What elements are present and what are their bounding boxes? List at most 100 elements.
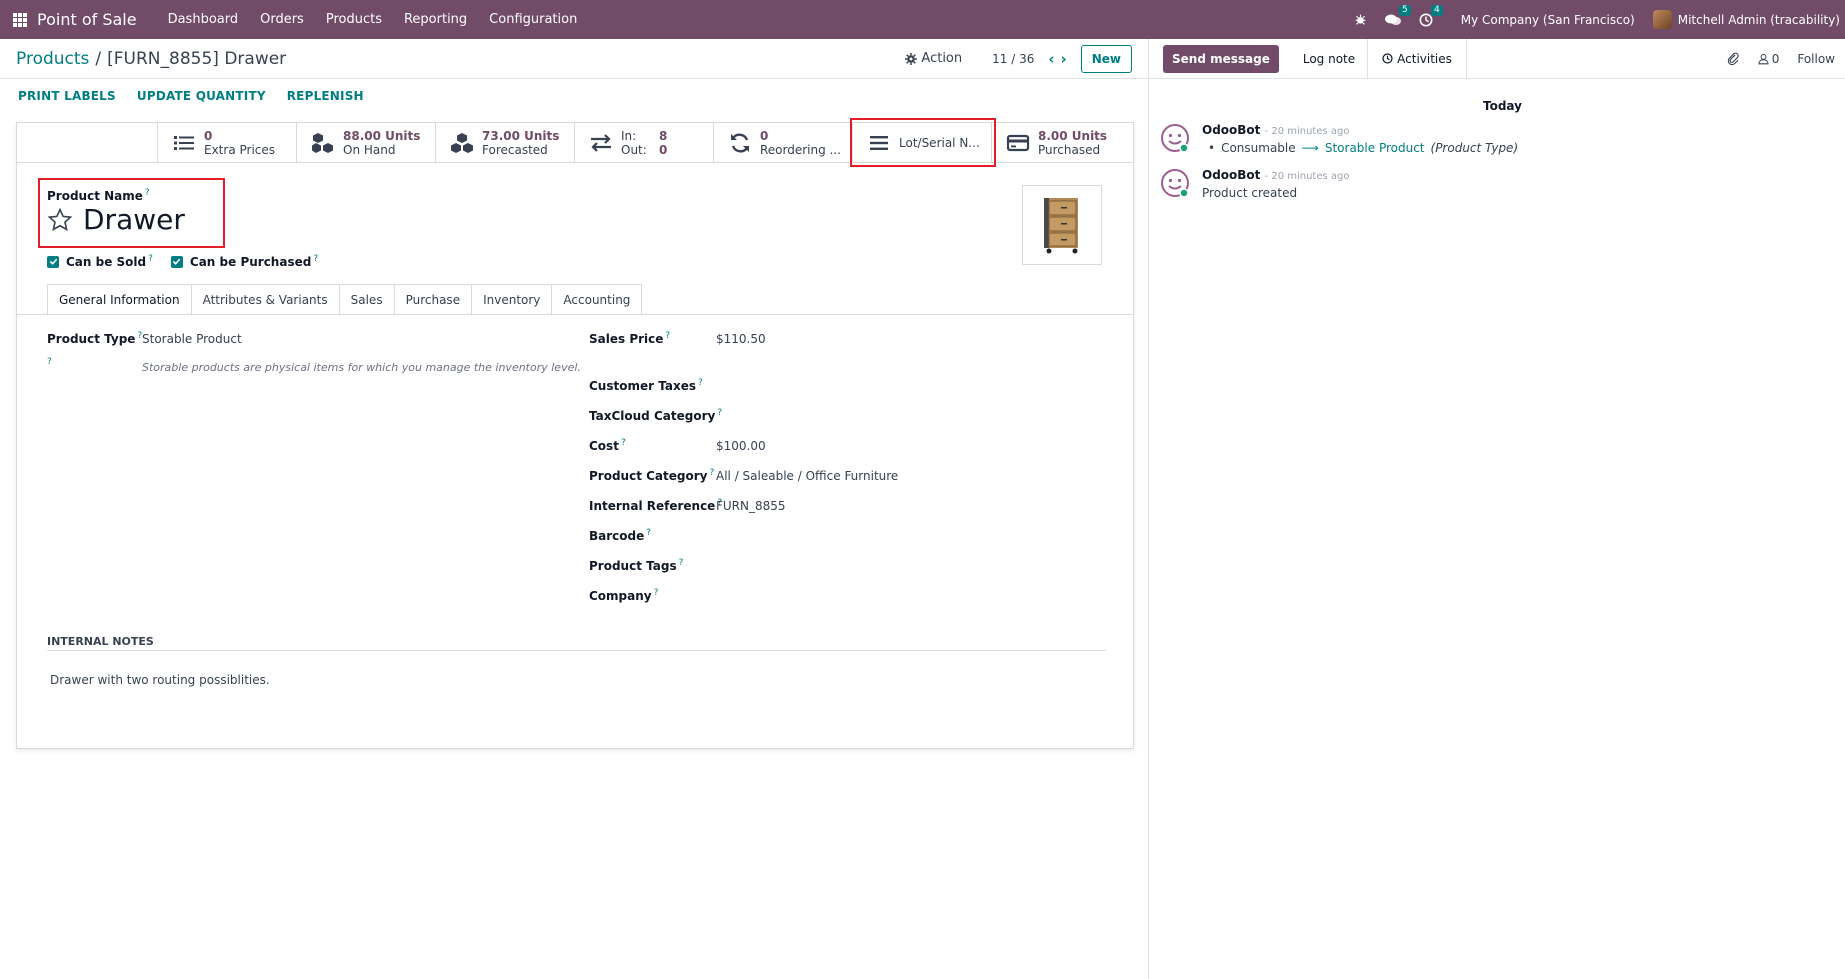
tab-accounting[interactable]: Accounting xyxy=(551,284,643,315)
tab-inventory[interactable]: Inventory xyxy=(471,284,553,315)
internal-notes-separator xyxy=(47,650,1106,651)
pager-value[interactable]: 11 / 36 xyxy=(992,52,1034,66)
form-notebook-tabs: General Information Attributes & Variant… xyxy=(47,284,643,315)
new-button[interactable]: New xyxy=(1080,44,1132,73)
in-label: In: xyxy=(621,129,637,143)
smart-spacer xyxy=(17,123,157,163)
activities-badge: 4 xyxy=(1431,4,1443,16)
product-category-label: Product Category? xyxy=(589,468,715,483)
print-labels-button[interactable]: PRINT LABELS xyxy=(18,89,116,103)
cubes-icon xyxy=(312,133,333,153)
action-label: Action xyxy=(921,51,963,66)
product-type-help: Storable products are physical items for… xyxy=(142,361,581,374)
followers-button[interactable]: 0 xyxy=(1758,52,1779,66)
tracking-field-name: (Product Type) xyxy=(1430,141,1519,155)
purchased-button[interactable]: 8.00 Units Purchased xyxy=(991,123,1130,163)
update-quantity-button[interactable]: UPDATE QUANTITY xyxy=(137,89,266,103)
tracking-old-value: Consumable xyxy=(1221,141,1296,155)
control-panel: Products / [FURN_8855] Drawer Action 11 … xyxy=(0,39,1148,79)
user-name: Mitchell Admin (tracability) xyxy=(1677,12,1840,27)
bug-icon[interactable] xyxy=(1354,13,1367,26)
internal-reference-field[interactable]: FURN_8855 xyxy=(716,499,786,513)
product-name-field[interactable]: Drawer xyxy=(83,203,185,236)
internal-notes-field[interactable]: Drawer with two routing possiblities. xyxy=(50,673,270,687)
tab-purchase[interactable]: Purchase xyxy=(393,284,473,315)
paperclip-icon[interactable] xyxy=(1727,52,1740,66)
forecasted-button[interactable]: 73.00 Units Forecasted xyxy=(435,123,574,163)
product-type-label: Product Type? xyxy=(47,331,143,346)
messages-badge: 5 xyxy=(1399,4,1411,16)
messages-icon[interactable]: 5 xyxy=(1384,4,1411,27)
menu-reporting[interactable]: Reporting xyxy=(393,12,478,27)
extra-prices-button[interactable]: 0 Extra Prices xyxy=(157,123,296,163)
can-be-purchased-checkbox[interactable]: Can be Purchased? xyxy=(170,254,318,269)
form-statusbar: PRINT LABELS UPDATE QUANTITY REPLENISH xyxy=(0,80,1148,112)
highlight-lot-serial-box xyxy=(850,118,996,167)
tab-general-information[interactable]: General Information xyxy=(47,284,192,315)
date-separator: Today xyxy=(1483,99,1522,113)
menu-configuration[interactable]: Configuration xyxy=(478,12,588,27)
drawer-cabinet-image xyxy=(1044,198,1078,254)
menu-products[interactable]: Products xyxy=(315,12,393,27)
sales-price-label: Sales Price? xyxy=(589,331,671,346)
breadcrumb-products[interactable]: Products xyxy=(16,49,89,69)
cost-label: Cost? xyxy=(589,438,626,453)
odoobot-avatar xyxy=(1160,123,1190,153)
replenish-button[interactable]: REPLENISH xyxy=(287,89,364,103)
menu-dashboard[interactable]: Dashboard xyxy=(157,12,250,27)
in-value: 8 xyxy=(659,129,668,143)
user-icon xyxy=(1758,53,1769,64)
breadcrumb: Products / [FURN_8855] Drawer xyxy=(16,49,286,69)
reordering-value: 0 xyxy=(760,129,769,143)
pager-next-icon[interactable]: › xyxy=(1061,50,1067,68)
tracking-value: • Consumable ⟶ Storable Product (Product… xyxy=(1208,141,1519,155)
menu-orders[interactable]: Orders xyxy=(249,12,315,27)
form-chatter-divider xyxy=(1148,39,1149,979)
in-out-button[interactable]: In: 8 Out: 0 xyxy=(574,123,713,163)
activities-clock-icon[interactable]: 4 xyxy=(1419,4,1443,27)
extra-prices-value: 0 xyxy=(204,129,213,143)
top-navbar: Point of Sale Dashboard Orders Products … xyxy=(0,0,1845,39)
arrow-right-icon: ⟶ xyxy=(1301,141,1319,155)
clock-icon xyxy=(1382,53,1393,64)
action-button[interactable]: Action xyxy=(905,51,962,66)
message-author[interactable]: OdooBot xyxy=(1202,123,1260,137)
product-image[interactable] xyxy=(1022,185,1102,265)
company-switcher[interactable]: My Company (San Francisco) xyxy=(1461,13,1635,27)
user-menu[interactable]: Mitchell Admin (tracability) xyxy=(1652,10,1840,29)
activities-button[interactable]: Activities xyxy=(1368,38,1467,79)
follow-button[interactable]: Follow xyxy=(1797,52,1835,66)
product-type-select[interactable]: Storable Product xyxy=(142,332,242,346)
chatter-topbar: Send message Log note Activities 0 Follo… xyxy=(1149,38,1845,79)
list-icon xyxy=(174,136,194,150)
product-type-help-mark: ? xyxy=(47,357,52,367)
avatar xyxy=(1652,10,1672,29)
app-brand[interactable]: Point of Sale xyxy=(37,10,137,29)
on-hand-value: 88.00 Units xyxy=(343,129,421,143)
cost-field[interactable]: $100.00 xyxy=(716,439,766,453)
product-category-field[interactable]: All / Saleable / Office Furniture xyxy=(716,469,898,483)
log-note-button[interactable]: Log note xyxy=(1291,38,1369,79)
out-label: Out: xyxy=(621,143,647,157)
sales-price-field[interactable]: $110.50 xyxy=(716,332,766,346)
on-hand-label: On Hand xyxy=(343,143,396,157)
reordering-button[interactable]: 0 Reordering ... xyxy=(713,123,852,163)
cubes-icon xyxy=(451,133,473,153)
pager-previous-icon[interactable]: ‹ xyxy=(1048,50,1054,68)
customer-taxes-label: Customer Taxes? xyxy=(589,378,703,393)
can-be-sold-checkbox[interactable]: Can be Sold? xyxy=(47,254,153,269)
tab-attributes-variants[interactable]: Attributes & Variants xyxy=(190,284,340,315)
purchased-value: 8.00 Units xyxy=(1038,129,1108,143)
send-message-button[interactable]: Send message xyxy=(1163,44,1279,73)
product-name-label: Product Name? xyxy=(47,188,150,203)
apps-grid-icon[interactable] xyxy=(13,12,27,27)
forecasted-value: 73.00 Units xyxy=(482,129,560,143)
exchange-icon xyxy=(591,134,611,152)
favorite-star-icon[interactable] xyxy=(47,207,73,233)
message-author[interactable]: OdooBot xyxy=(1202,168,1260,182)
tab-sales[interactable]: Sales xyxy=(338,284,395,315)
on-hand-button[interactable]: 88.00 Units On Hand xyxy=(296,123,435,163)
breadcrumb-separator: / xyxy=(95,48,102,69)
internal-notes-title: INTERNAL NOTES xyxy=(47,635,154,648)
navbar-systray: 5 4 My Company (San Francisco) Mitchell … xyxy=(1354,4,1840,29)
